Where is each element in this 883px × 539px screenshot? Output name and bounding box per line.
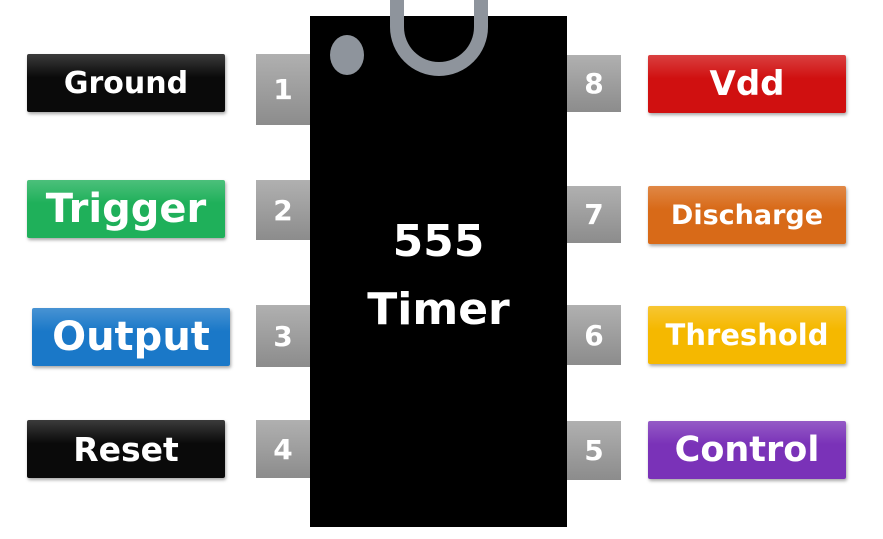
- ic-chip-body: 555 Timer: [310, 0, 567, 527]
- pin-number-7: 7: [567, 186, 621, 243]
- pin-number-3: 3: [256, 305, 310, 367]
- pin-number-6: 6: [567, 305, 621, 365]
- chip-title-line1: 555: [392, 216, 485, 267]
- pin-number-5: 5: [567, 421, 621, 480]
- pin-label-output: Output: [32, 308, 230, 366]
- pin-label-trigger: Trigger: [27, 180, 225, 238]
- pin-label-ground: Ground: [27, 54, 225, 112]
- pin-label-reset: Reset: [27, 420, 225, 478]
- pin-label-vdd: Vdd: [648, 55, 846, 113]
- pin1-indicator-dot: [330, 35, 364, 75]
- chip-notch: [390, 0, 488, 76]
- pin-label-discharge: Discharge: [648, 186, 846, 244]
- pin-label-threshold: Threshold: [648, 306, 846, 364]
- pin-number-4: 4: [256, 420, 310, 478]
- pin-label-control: Control: [648, 421, 846, 479]
- pin-number-2: 2: [256, 180, 310, 240]
- pin-number-1: 1: [256, 54, 310, 125]
- pin-number-8: 8: [567, 55, 621, 112]
- chip-title-line2: Timer: [367, 284, 510, 335]
